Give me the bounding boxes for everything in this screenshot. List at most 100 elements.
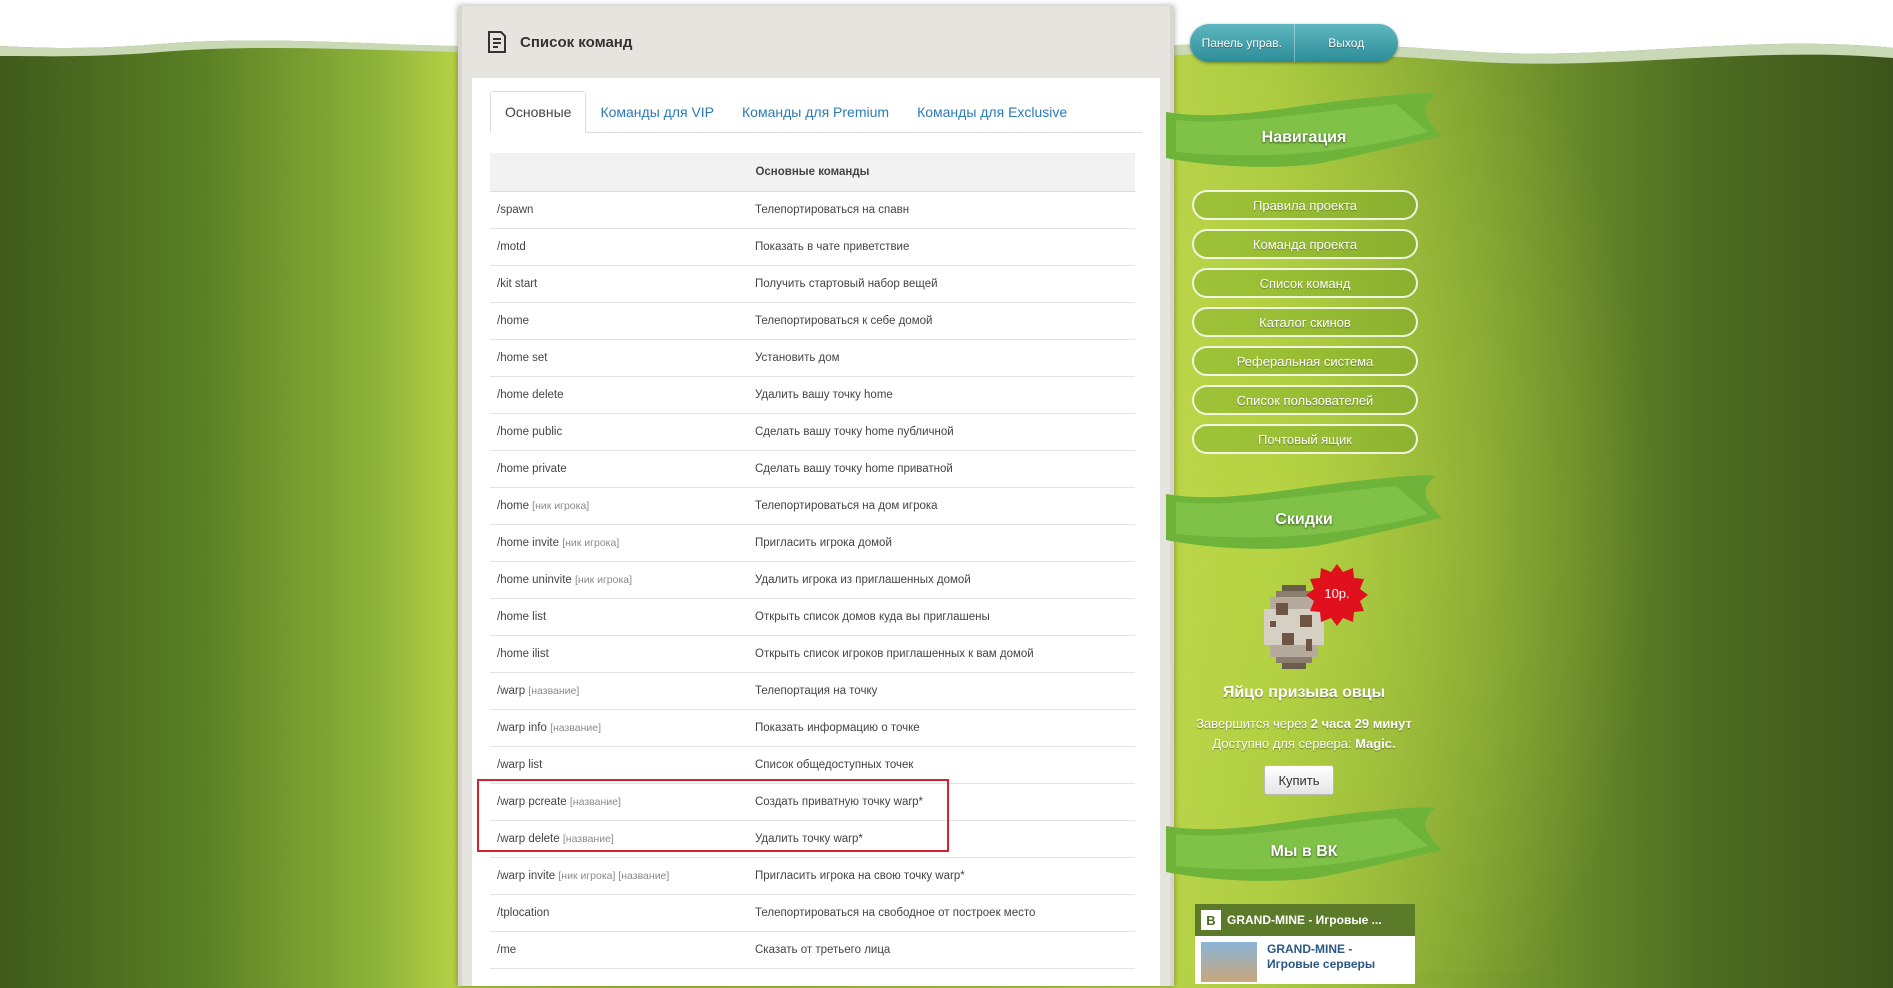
control-panel-button[interactable]: Панель управ. xyxy=(1190,24,1294,62)
vk-widget-header: B GRAND-MINE - Игровые ... xyxy=(1195,904,1415,936)
tab-exclusive[interactable]: Команды для Exclusive xyxy=(903,92,1081,132)
nav-button[interactable]: Список команд xyxy=(1192,268,1418,298)
command-cell: /home uninvite [ник игрока] xyxy=(490,561,748,599)
command-name: /motd xyxy=(497,241,526,253)
table-row: /home public Сделать вашу точку home публ… xyxy=(490,413,1135,451)
commands-panel: Список команд Основные Команды для VIP К… xyxy=(458,6,1174,986)
command-name: /spawn xyxy=(497,204,534,216)
command-cell: /home set xyxy=(490,339,748,377)
command-argument: [ник игрока] xyxy=(575,574,633,586)
sale-server: Доступно для сервера: Magic. xyxy=(1166,736,1442,751)
table-row: /home uninvite [ник игрока] Удалить игрок… xyxy=(490,561,1135,599)
nav-button[interactable]: Правила проекта xyxy=(1192,190,1418,220)
nav-title: Навигация xyxy=(1261,129,1347,146)
sale-ends-value: 2 часа 29 минут xyxy=(1310,716,1412,731)
commands-table-body: /spawn Телепортироваться на спавн/motd Пок… xyxy=(490,191,1135,969)
vk-group-name-1[interactable]: GRAND-MINE - xyxy=(1267,942,1375,957)
nav-button[interactable]: Реферальная система xyxy=(1192,346,1418,376)
table-row: /warp pcreate [название] Создать приватну… xyxy=(490,783,1135,821)
command-name: /home uninvite xyxy=(497,574,572,586)
command-cell: /me xyxy=(490,931,748,969)
vk-widget[interactable]: B GRAND-MINE - Игровые ... GRAND-MINE - … xyxy=(1195,904,1415,984)
sale-ends: Завершится через 2 часа 29 минут xyxy=(1166,716,1442,731)
vk-logo-icon: B xyxy=(1201,910,1221,930)
command-description: Телепортация на точку xyxy=(748,672,1135,710)
command-name: /kit start xyxy=(497,278,538,290)
document-icon xyxy=(488,31,506,53)
sale-ends-label: Завершится через xyxy=(1196,716,1308,731)
command-description: Телепортироваться на спавн xyxy=(748,191,1135,229)
command-description: Сделать вашу точку home приватной xyxy=(748,450,1135,488)
command-cell: /warp pcreate [название] xyxy=(490,783,748,821)
command-name: /warp xyxy=(497,685,526,697)
table-row: /kit start Получить стартовый набор вещей xyxy=(490,265,1135,303)
table-row: /home [ник игрока] Телепортироваться на д… xyxy=(490,487,1135,525)
command-description: Установить дом xyxy=(748,339,1135,377)
nav-button[interactable]: Почтовый ящик xyxy=(1192,424,1418,454)
table-row: /me Сказать от третьего лица xyxy=(490,931,1135,969)
command-name: /warp invite xyxy=(497,870,556,882)
sale-server-label: Доступно для сервера: xyxy=(1212,736,1352,751)
vk-widget-body: GRAND-MINE - Игровые серверы xyxy=(1195,936,1415,988)
nav-button[interactable]: Список пользователей xyxy=(1192,385,1418,415)
command-description: Телепортироваться на дом игрока xyxy=(748,487,1135,525)
command-name: /home list xyxy=(497,611,547,623)
command-description: Список общедоступных точек xyxy=(748,746,1135,784)
vk-title: Мы в ВК xyxy=(1270,843,1338,860)
command-cell: /home [ник игрока] xyxy=(490,487,748,525)
table-row: /spawn Телепортироваться на спавн xyxy=(490,191,1135,229)
table-row: /home ilist Открыть список игроков пригла… xyxy=(490,635,1135,673)
vk-avatar xyxy=(1201,942,1257,982)
sale-title: Скидки xyxy=(1275,511,1333,528)
table-row: /warp list Список общедоступных точек xyxy=(490,746,1135,784)
panel-header: Список команд xyxy=(462,6,1170,78)
table-row: /warp invite [ник игрока] [название] Приг… xyxy=(490,857,1135,895)
command-description: Телепортироваться к себе домой xyxy=(748,302,1135,340)
command-description: Удалить точку warp* xyxy=(748,820,1135,858)
command-description: Показать информацию о точке xyxy=(748,709,1135,747)
logout-button[interactable]: Выход xyxy=(1293,24,1399,62)
command-name: /home delete xyxy=(497,389,564,401)
command-name: /tplocation xyxy=(497,907,550,919)
command-name: /home xyxy=(497,315,529,327)
nav-button[interactable]: Каталог скинов xyxy=(1192,307,1418,337)
command-name: /home ilist xyxy=(497,648,549,660)
command-argument: [название] xyxy=(569,796,621,808)
table-row: /home list Открыть список домов куда вы п… xyxy=(490,598,1135,636)
table-row: /motd Показать в чате приветствие xyxy=(490,228,1135,266)
command-cell: /home public xyxy=(490,413,748,451)
table-row: /warp [название] Телепортация на точку xyxy=(490,672,1135,710)
tab-vip[interactable]: Команды для VIP xyxy=(586,92,728,132)
command-cell: /kit start xyxy=(490,265,748,303)
command-description: Пригласить игрока домой xyxy=(748,524,1135,562)
command-name: /warp delete xyxy=(497,833,560,845)
command-cell: /warp delete [название] xyxy=(490,820,748,858)
command-description: Создать приватную точку warp* xyxy=(748,783,1135,821)
command-cell: /warp [название] xyxy=(490,672,748,710)
command-description: Открыть список домов куда вы приглашены xyxy=(748,598,1135,636)
command-name: /warp list xyxy=(497,759,543,771)
command-cell: /home delete xyxy=(490,376,748,414)
command-description: Удалить вашу точку home xyxy=(748,376,1135,414)
command-name: /home public xyxy=(497,426,563,438)
top-button-group: Панель управ. Выход xyxy=(1190,24,1398,62)
vk-group-name-2[interactable]: Игровые серверы xyxy=(1267,957,1375,972)
panel-body: Основные Команды для VIP Команды для Pre… xyxy=(472,78,1160,986)
nav-button[interactable]: Команда проекта xyxy=(1192,229,1418,259)
command-argument: [название] xyxy=(550,722,602,734)
tab-main[interactable]: Основные xyxy=(490,91,587,133)
command-description: Показать в чате приветствие xyxy=(748,228,1135,266)
command-argument: [ник игрока] [название] xyxy=(558,870,670,882)
buy-button[interactable]: Купить xyxy=(1264,765,1334,795)
price-badge-text: 10р. xyxy=(1324,586,1350,601)
command-name: /home private xyxy=(497,463,567,475)
commands-table: Основные команды /spawn Телепортироваться… xyxy=(490,153,1135,969)
command-cell: /spawn xyxy=(490,191,748,229)
command-cell: /warp invite [ник игрока] [название] xyxy=(490,857,748,895)
table-row: /home Телепортироваться к себе домой xyxy=(490,302,1135,340)
tab-premium[interactable]: Команды для Premium xyxy=(728,92,903,132)
command-name: /home set xyxy=(497,352,548,364)
table-header: Основные команды xyxy=(490,153,1135,192)
command-name: /warp pcreate xyxy=(497,796,567,808)
table-row: /tplocation Телепортироваться на свободно… xyxy=(490,894,1135,932)
